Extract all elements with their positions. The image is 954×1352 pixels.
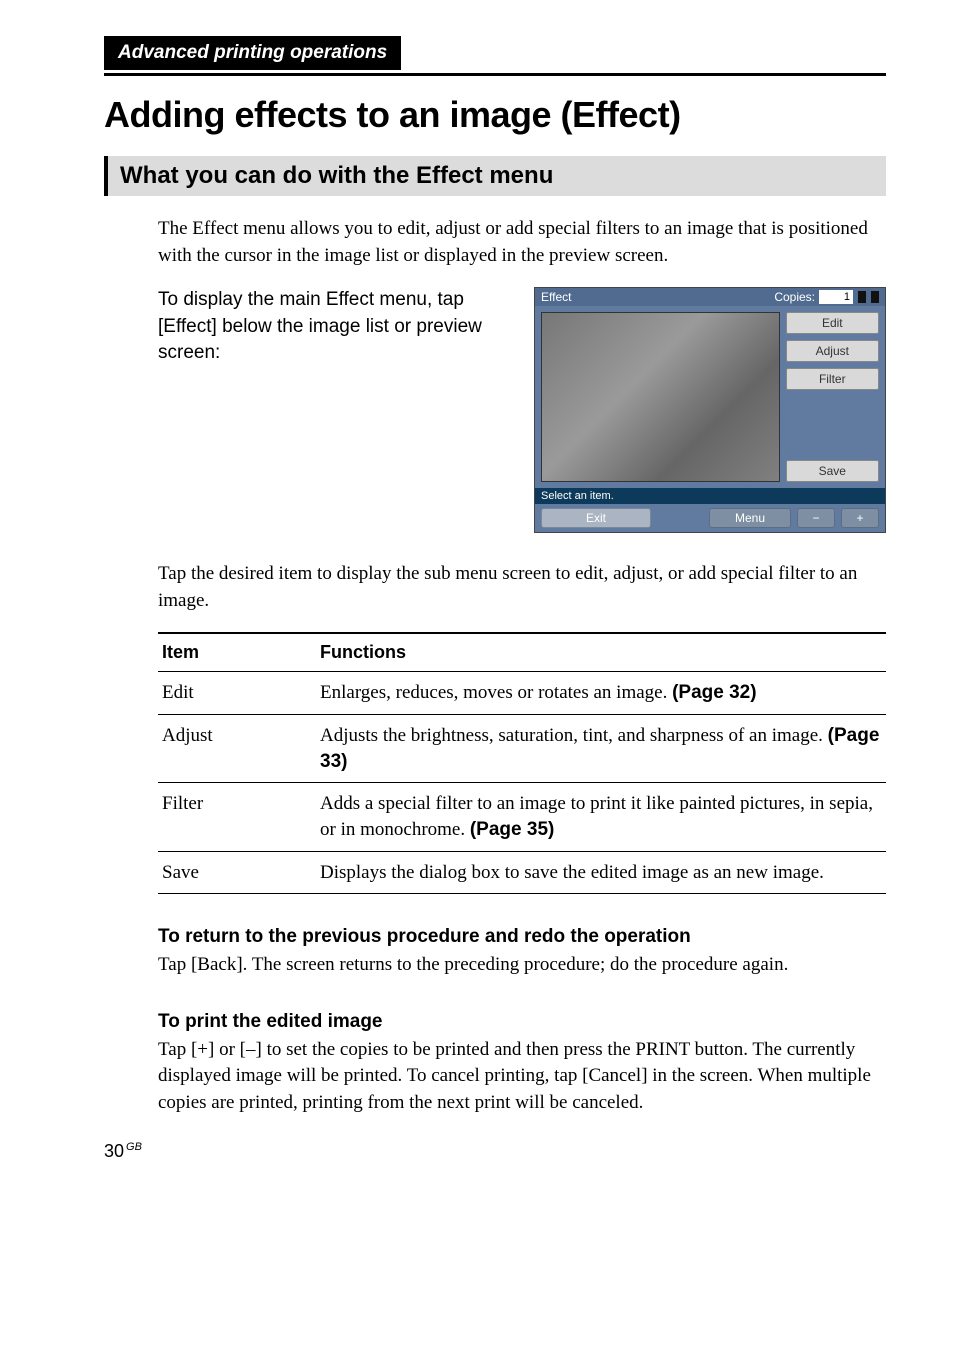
- table-row: Adjust Adjusts the brightness, saturatio…: [158, 715, 886, 783]
- copies-value: 1: [819, 290, 853, 304]
- adjust-button[interactable]: Adjust: [786, 340, 879, 362]
- plus-button[interactable]: +: [841, 508, 879, 528]
- intro-paragraph: The Effect menu allows you to edit, adju…: [158, 216, 886, 269]
- cell-func: Enlarges, reduces, moves or rotates an i…: [316, 672, 886, 715]
- cell-item: Adjust: [158, 715, 316, 783]
- page-region: GB: [126, 1141, 142, 1153]
- edit-button[interactable]: Edit: [786, 312, 879, 334]
- exit-button[interactable]: Exit: [541, 508, 651, 528]
- cell-func: Displays the dialog box to save the edit…: [316, 851, 886, 894]
- subtitle: What you can do with the Effect menu: [120, 162, 553, 189]
- cell-item: Save: [158, 851, 316, 894]
- sub1-heading: To return to the previous procedure and …: [158, 926, 886, 948]
- preview-image: [541, 312, 780, 482]
- table-row: Edit Enlarges, reduces, moves or rotates…: [158, 672, 886, 715]
- cell-func: Adjusts the brightness, saturation, tint…: [316, 715, 886, 783]
- table-row: Filter Adds a special filter to an image…: [158, 783, 886, 851]
- page-number: 30: [104, 1141, 124, 1161]
- th-func: Functions: [316, 633, 886, 672]
- cell-item: Edit: [158, 672, 316, 715]
- menu-button[interactable]: Menu: [709, 508, 791, 528]
- table-row: Save Displays the dialog box to save the…: [158, 851, 886, 894]
- save-button[interactable]: Save: [786, 460, 879, 482]
- copies-label: Copies:: [774, 290, 815, 304]
- sub1-paragraph: Tap [Back]. The screen returns to the pr…: [158, 952, 886, 979]
- lead-paragraph: To display the main Effect menu, tap [Ef…: [158, 287, 514, 367]
- sub2-heading: To print the edited image: [158, 1011, 886, 1033]
- effect-menu-screenshot: Effect Copies: 1 Edit Adjust Filter: [534, 287, 886, 533]
- after-shot-paragraph: Tap the desired item to display the sub …: [158, 561, 886, 614]
- subtitle-bar: What you can do with the Effect menu: [104, 156, 886, 196]
- cell-item: Filter: [158, 783, 316, 851]
- scr-titlebar: Effect: [541, 290, 571, 304]
- functions-table: Item Functions Edit Enlarges, reduces, m…: [158, 632, 886, 894]
- sub2-paragraph: Tap [+] or [–] to set the copies to be p…: [158, 1037, 886, 1117]
- status-text: Select an item.: [535, 488, 885, 504]
- page-footer: 30GB: [104, 1141, 886, 1162]
- minus-button[interactable]: −: [797, 508, 835, 528]
- page-title: Adding effects to an image (Effect): [104, 94, 886, 136]
- section-header: Advanced printing operations: [104, 36, 401, 70]
- filter-button[interactable]: Filter: [786, 368, 879, 390]
- copies-indicator-1: [858, 291, 866, 303]
- header-rule: [104, 73, 886, 76]
- th-item: Item: [158, 633, 316, 672]
- cell-func: Adds a special filter to an image to pri…: [316, 783, 886, 851]
- copies-indicator-2: [871, 291, 879, 303]
